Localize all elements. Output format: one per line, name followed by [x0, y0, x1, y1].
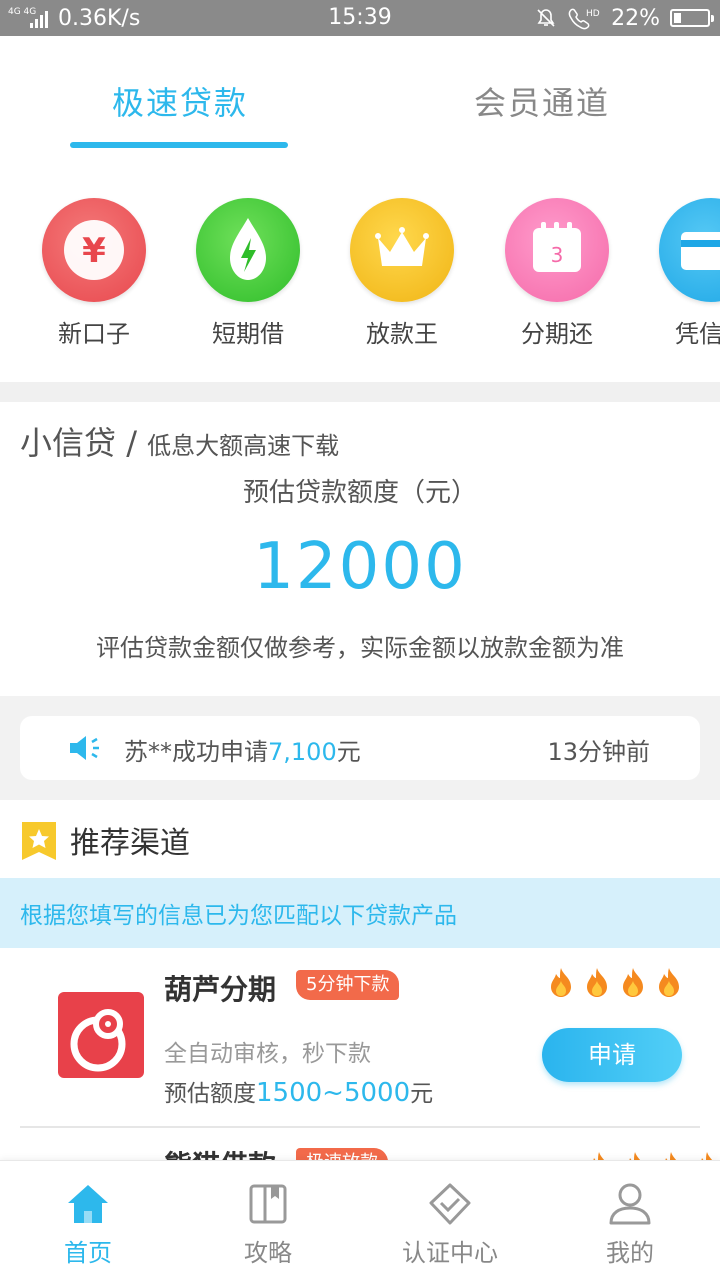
- lightning-drop-icon: [196, 198, 300, 302]
- nav-profile[interactable]: 我的: [570, 1181, 690, 1268]
- category-label: 新口子: [58, 320, 130, 348]
- yen-icon: ¥: [42, 198, 146, 302]
- tab-fast-loan[interactable]: 极速贷款: [112, 78, 248, 124]
- notice-bar: 苏**成功申请7,100元 13分钟前: [20, 716, 700, 780]
- loan-subtitle: 低息大额高速下载: [147, 432, 340, 460]
- category-credit[interactable]: 凭信用: [636, 198, 720, 349]
- card-icon: [659, 198, 720, 302]
- nav-label: 我的: [606, 1239, 654, 1267]
- product-name: 葫芦分期: [164, 973, 277, 1006]
- calendar-glyph: 3: [551, 243, 564, 267]
- category-short-term[interactable]: 短期借: [173, 198, 323, 349]
- book-icon: [249, 1184, 287, 1224]
- crown-icon: [350, 198, 454, 302]
- tab-member-channel[interactable]: 会员通道: [474, 78, 610, 124]
- flame-icon: [546, 966, 576, 1002]
- calendar-icon: 3: [505, 198, 609, 302]
- flame-icon: [582, 966, 612, 1002]
- recommend-hint: 根据您填写的信息已为您匹配以下贷款产品: [20, 903, 457, 929]
- notice-message: 苏**成功申请7,100元: [124, 732, 361, 767]
- speaker-icon: [70, 736, 99, 760]
- huluifenqi-logo: [58, 992, 144, 1078]
- category-label: 放款王: [366, 320, 438, 348]
- flame-icon: [618, 966, 648, 1002]
- quota-label: 预估额度: [164, 1081, 256, 1107]
- recommend-hint-bar: 根据您填写的信息已为您匹配以下贷款产品: [0, 878, 720, 948]
- category-lending-king[interactable]: 放款王: [327, 198, 477, 349]
- notice-prefix: 苏**成功申请: [124, 738, 268, 766]
- loan-note: 评估贷款金额仅做参考，实际金额以放款金额为准: [96, 634, 624, 662]
- product-tag: 5分钟下款: [296, 970, 400, 1000]
- category-label: 分期还: [521, 320, 593, 348]
- rating-flames: [546, 966, 684, 1002]
- loan-name: 小信贷: [20, 424, 117, 462]
- battery-icon: [670, 9, 714, 27]
- recommend-title: 推荐渠道: [70, 826, 190, 861]
- product-quota: 预估额度1500~5000元: [164, 1074, 433, 1108]
- status-bar: 4G 4G 0.36K/s 15:39 HD 22%: [0, 0, 720, 36]
- home-icon: [68, 1185, 108, 1223]
- product-desc: 全自动审核，秒下款: [164, 1041, 371, 1067]
- category-installment[interactable]: 3 分期还: [482, 198, 632, 349]
- battery-percent: 22%: [611, 5, 660, 31]
- nav-certification[interactable]: 认证中心: [390, 1181, 510, 1268]
- yen-glyph: ¥: [82, 231, 106, 271]
- apply-button[interactable]: 申请: [542, 1028, 682, 1082]
- category-row: ¥ 新口子 短期借 放款王 3 分期还 凭信: [0, 160, 720, 382]
- star-badge-icon: [22, 822, 56, 860]
- quota-unit: 元: [410, 1081, 434, 1107]
- quota-amount: 1500~5000: [256, 1078, 411, 1108]
- loan-separator: /: [126, 424, 137, 462]
- hd-label: HD: [586, 9, 600, 19]
- flame-icon: [654, 966, 684, 1002]
- loan-amount-label: 预估贷款额度（元）: [242, 478, 477, 508]
- category-label: 短期借: [212, 320, 284, 348]
- top-tabs: 极速贷款 会员通道: [0, 36, 720, 160]
- loan-amount: 12000: [253, 530, 467, 604]
- call-hd-icon: HD: [568, 8, 600, 30]
- recommend-header: 推荐渠道: [0, 800, 720, 878]
- category-new[interactable]: ¥ 新口子: [19, 198, 169, 349]
- notice-time: 13分钟前: [547, 738, 650, 766]
- section-divider: [0, 382, 720, 402]
- nav-label: 攻略: [244, 1239, 292, 1267]
- shield-check-icon: [429, 1183, 471, 1225]
- category-label: 凭信用: [675, 320, 720, 348]
- nav-label: 认证中心: [402, 1239, 498, 1267]
- tab-indicator: [70, 142, 288, 148]
- loan-card[interactable]: 小信贷 / 低息大额高速下载 预估贷款额度（元） 12000 评估贷款金额仅做参…: [0, 402, 720, 696]
- nav-home[interactable]: 首页: [28, 1181, 148, 1268]
- user-icon: [609, 1183, 651, 1225]
- status-right: HD 22%: [535, 0, 714, 36]
- bottom-nav: 首页 攻略 认证中心 我的: [0, 1160, 720, 1280]
- mute-icon: [537, 9, 555, 27]
- nav-label: 首页: [64, 1239, 112, 1267]
- loan-title: 小信贷 / 低息大额高速下载: [20, 418, 339, 464]
- notice-amount: 7,100: [268, 738, 337, 766]
- nav-guide[interactable]: 攻略: [208, 1181, 328, 1268]
- notice-section: 苏**成功申请7,100元 13分钟前: [0, 696, 720, 800]
- product-item[interactable]: 葫芦分期 5分钟下款 全自动审核，秒下款 预估额度1500~5000元 申请: [0, 948, 720, 1128]
- notice-suffix: 元: [336, 738, 361, 766]
